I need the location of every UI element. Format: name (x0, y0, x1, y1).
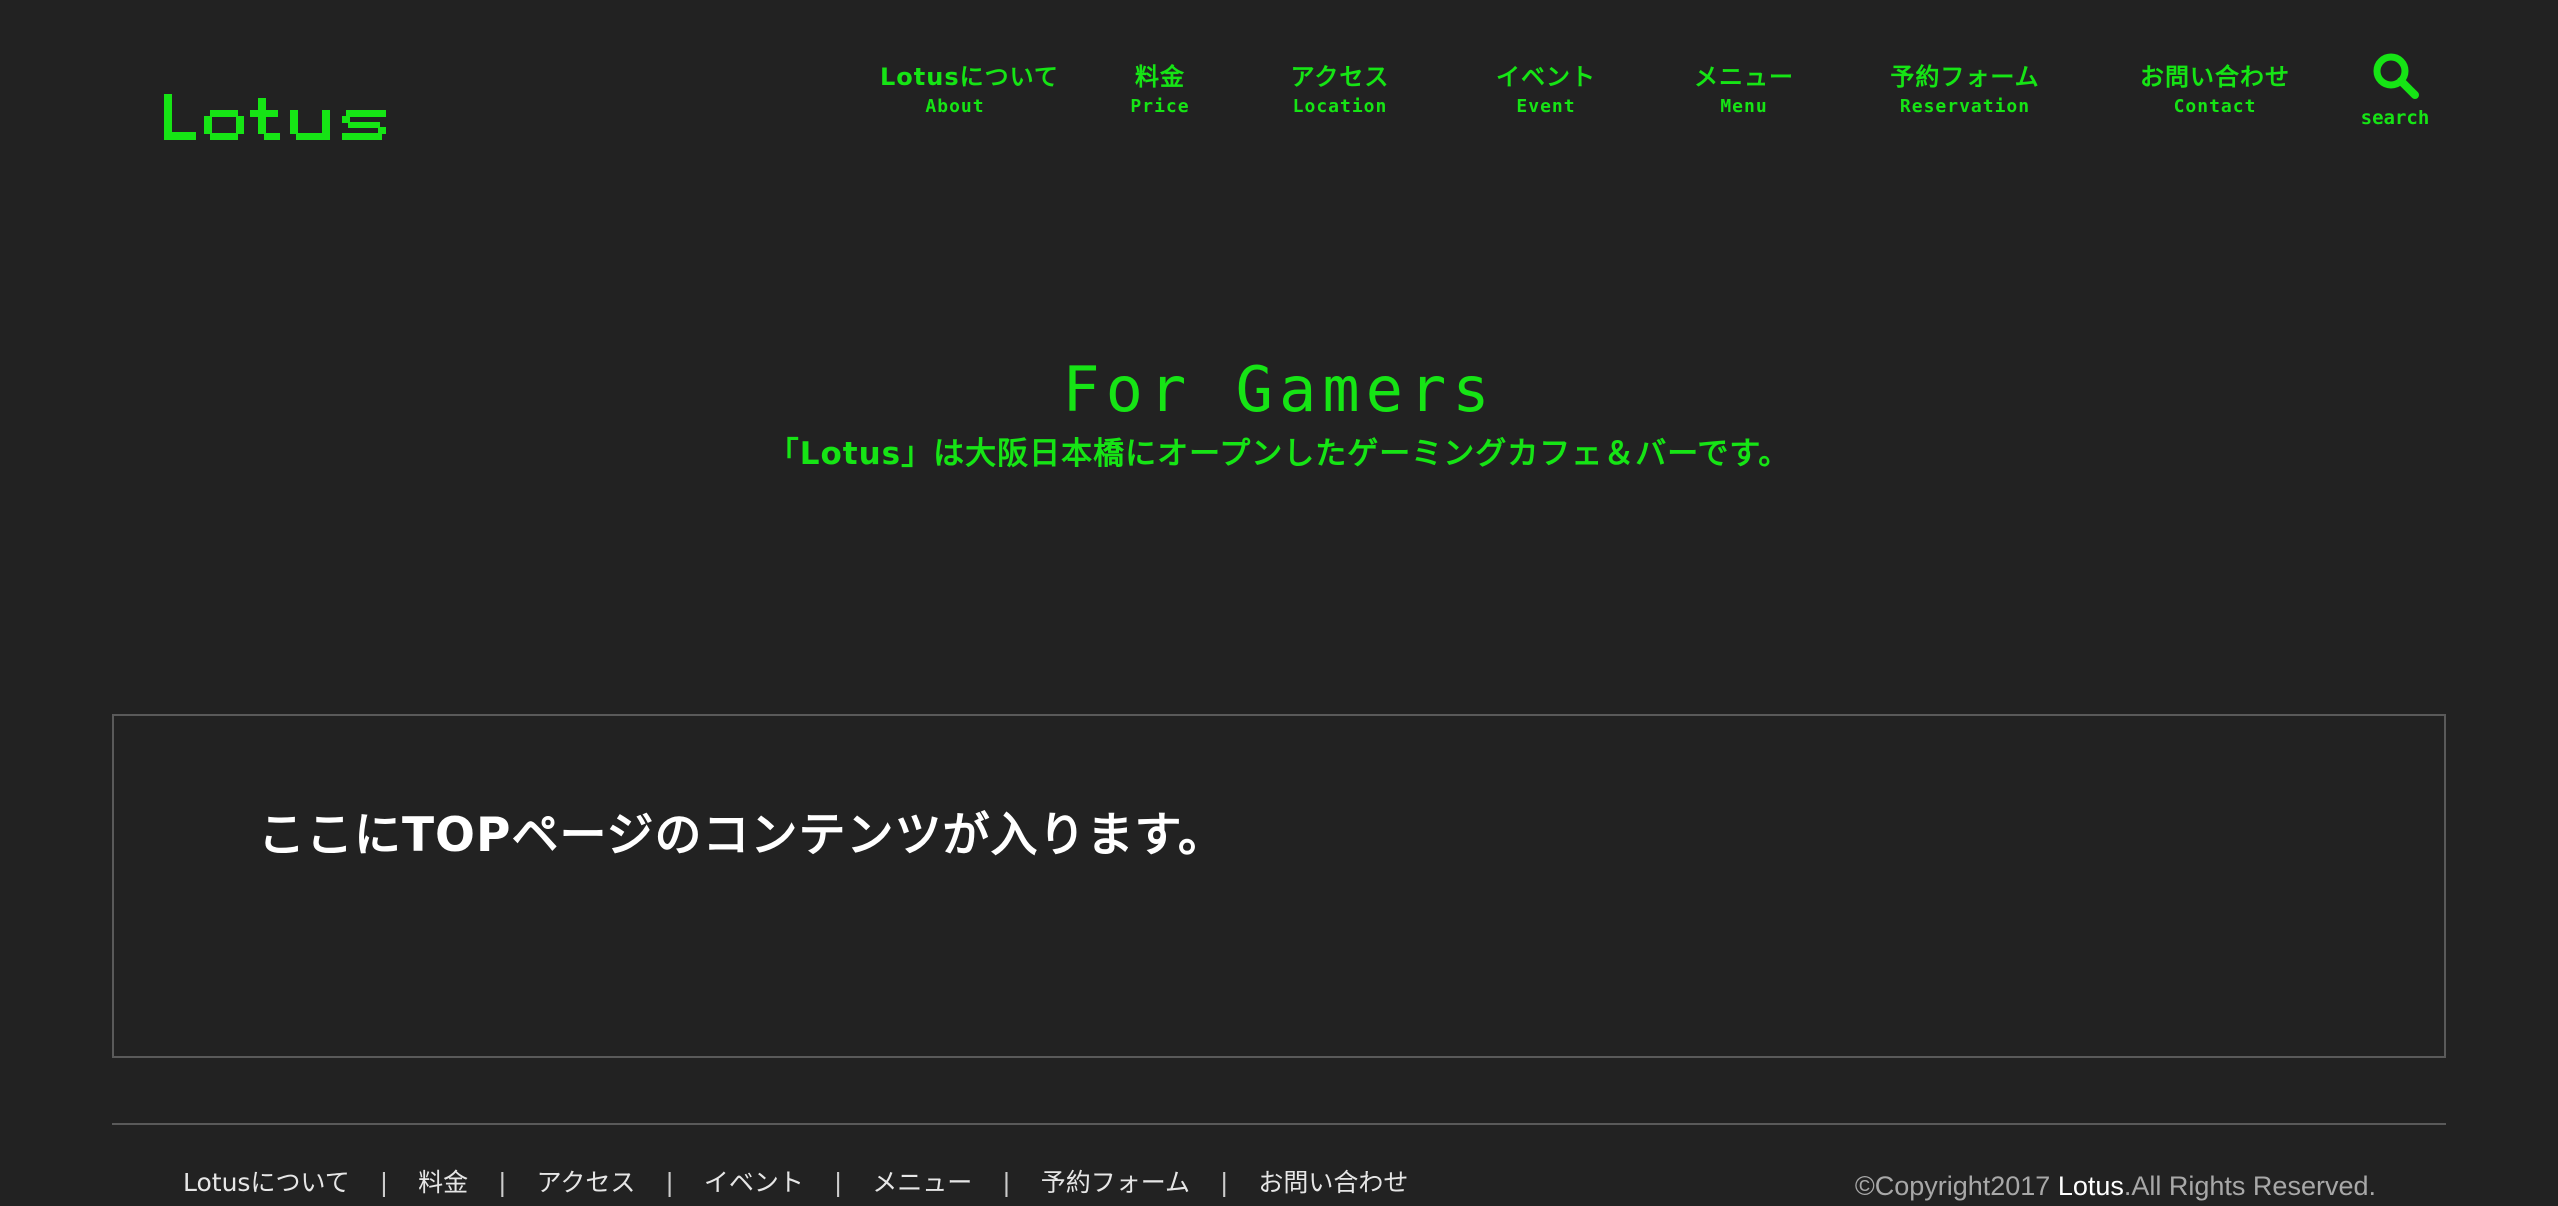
nav-item-label-en: Reservation (1899, 96, 2031, 117)
footer-link-reservation[interactable]: 予約フォーム (1041, 1165, 1190, 1201)
site-header: Lotusについて About 料金 Price アクセス Location イ… (0, 0, 2558, 170)
footer-separator: | (833, 1168, 843, 1197)
nav-item-label-en: Price (1130, 96, 1190, 117)
copyright-suffix: .All Rights Reserved. (2123, 1171, 2376, 1201)
nav-item-label-en: About (925, 96, 985, 117)
copyright: ©Copyright2017 Lotus.All Rights Reserved… (1855, 1168, 2376, 1204)
nav-item-label-ja: メニュー (1694, 63, 1794, 91)
nav-item-price[interactable]: 料金 Price (1120, 60, 1200, 120)
copyright-prefix: ©Copyright2017 (1854, 1171, 2058, 1201)
nav-item-label-en: Menu (1720, 96, 1768, 117)
footer-nav: Lotusについて | 料金 | アクセス | イベント | メニュー | 予約… (183, 1165, 1408, 1201)
footer-link-price[interactable]: 料金 (418, 1165, 468, 1201)
footer-link-event[interactable]: イベント (704, 1165, 804, 1201)
nav-item-reservation[interactable]: 予約フォーム Reservation (1880, 60, 2050, 120)
nav-item-event[interactable]: イベント Event (1486, 60, 1606, 120)
footer-separator: | (379, 1168, 389, 1197)
nav-item-label-ja: アクセス (1290, 63, 1390, 91)
nav-item-location[interactable]: アクセス Location (1280, 60, 1400, 120)
footer-link-location[interactable]: アクセス (537, 1165, 636, 1201)
hero: For Gamers 「Lotus」は大阪日本橋にオープンしたゲーミングカフェ＆… (0, 350, 2558, 510)
page: Lotusについて About 料金 Price アクセス Location イ… (0, 0, 2558, 1206)
nav-item-label-ja: イベント (1496, 63, 1596, 91)
footer-separator: | (498, 1168, 507, 1197)
nav-item-label-ja: 予約フォーム (1890, 63, 2040, 91)
footer-link-contact[interactable]: お問い合わせ (1258, 1165, 1408, 1201)
copyright-brand: Lotus (2057, 1171, 2124, 1201)
logo-graphic (164, 94, 386, 140)
nav-item-label-en: Location (1292, 96, 1388, 117)
footer-separator: | (665, 1168, 674, 1197)
footer-link-menu[interactable]: メニュー (872, 1165, 972, 1201)
footer-separator: | (1219, 1168, 1229, 1197)
hero-subtitle: 「Lotus」は大阪日本橋にオープンしたゲーミングカフェ＆バーです。 (767, 436, 1791, 472)
nav-item-menu[interactable]: メニュー Menu (1684, 60, 1804, 120)
nav-item-label-ja: 料金 (1135, 63, 1185, 91)
nav-item-label-ja: Lotusについて (880, 63, 1059, 91)
global-nav: Lotusについて About 料金 Price アクセス Location イ… (850, 40, 2447, 158)
nav-item-label-en: Event (1516, 96, 1576, 117)
site-logo[interactable]: Lotus (160, 80, 400, 150)
nav-item-about[interactable]: Lotusについて About (880, 60, 1059, 120)
footer-separator: | (1002, 1168, 1011, 1197)
search-icon (2373, 53, 2419, 99)
nav-item-label-en: Contact (2173, 96, 2257, 117)
footer-link-about[interactable]: Lotusについて (183, 1165, 350, 1201)
search-label: search (2360, 107, 2430, 129)
hero-title: For Gamers (1062, 353, 1496, 426)
main-content-text: ここにTOPページのコンテンツが入ります。 (258, 808, 1226, 863)
nav-item-label-ja: お問い合わせ (2140, 63, 2290, 91)
main-content-box: ここにTOPページのコンテンツが入ります。 (112, 714, 2446, 1058)
search-button[interactable]: search (2355, 50, 2435, 134)
nav-item-contact[interactable]: お問い合わせ Contact (2130, 60, 2300, 120)
footer-divider (112, 1123, 2446, 1125)
